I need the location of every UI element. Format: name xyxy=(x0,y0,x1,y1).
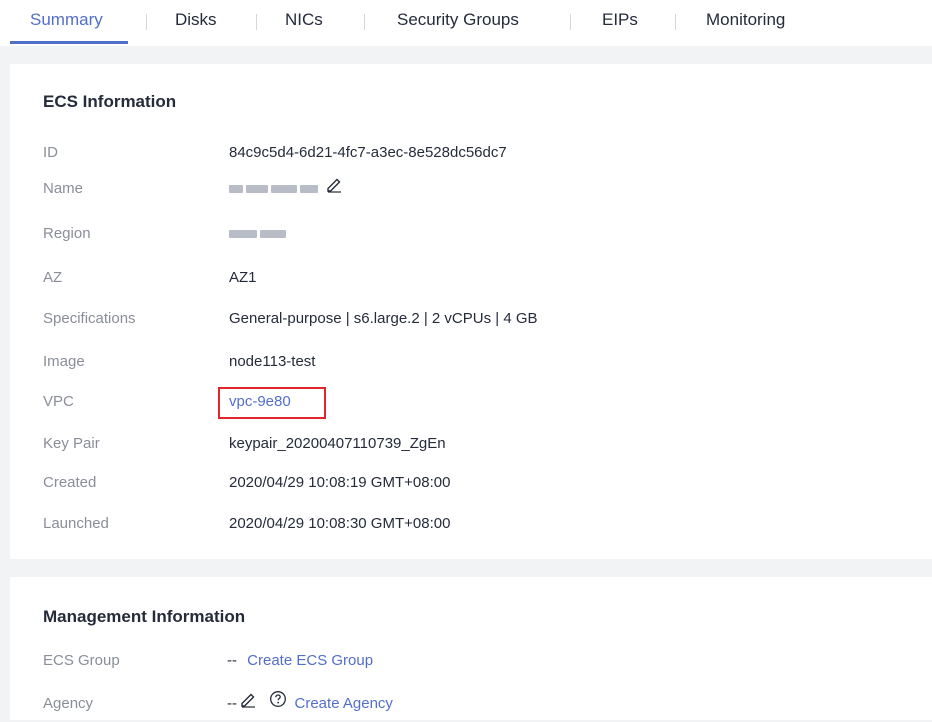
image-value: node113-test xyxy=(229,353,316,370)
tab-separator xyxy=(146,14,147,30)
create-agency-link[interactable]: Create Agency xyxy=(295,695,393,712)
key-pair-value: keypair_20200407110739_ZgEn xyxy=(229,435,446,452)
ecs-information-card: ECS Information ID 84c9c5d4-6d21-4fc7-a3… xyxy=(10,64,932,559)
tab-nics[interactable]: NICs xyxy=(285,0,323,42)
question-circle-icon[interactable] xyxy=(269,686,287,722)
row-region: Region xyxy=(10,216,932,252)
key-pair-label: Key Pair xyxy=(43,435,100,452)
name-redacted xyxy=(300,185,318,194)
launched-value: 2020/04/29 10:08:30 GMT+08:00 xyxy=(229,515,451,532)
tab-disks[interactable]: Disks xyxy=(175,0,217,42)
row-az: AZ AZ1 xyxy=(10,260,932,296)
create-ecs-group-link[interactable]: Create ECS Group xyxy=(247,652,373,669)
tab-monitoring[interactable]: Monitoring xyxy=(706,0,785,42)
name-value xyxy=(229,171,343,207)
ecs-group-empty: -- xyxy=(227,652,237,669)
created-label: Created xyxy=(43,474,97,491)
edit-pencil-icon[interactable] xyxy=(239,686,257,722)
region-label: Region xyxy=(43,225,91,242)
tab-bar: Summary Disks NICs Security Groups EIPs … xyxy=(0,0,932,46)
edit-pencil-icon[interactable] xyxy=(325,171,343,207)
management-information-card: Management Information ECS Group -- Crea… xyxy=(10,577,932,720)
row-created: Created 2020/04/29 10:08:19 GMT+08:00 xyxy=(10,465,932,501)
row-image: Image node113-test xyxy=(10,344,932,380)
row-ecs-group: ECS Group -- Create ECS Group xyxy=(10,643,932,679)
name-redacted xyxy=(271,185,297,194)
row-id: ID 84c9c5d4-6d21-4fc7-a3ec-8e528dc56dc7 xyxy=(10,135,932,171)
tab-separator xyxy=(570,14,571,30)
ecs-information-title: ECS Information xyxy=(43,92,177,111)
tab-separator xyxy=(256,14,257,30)
region-redacted xyxy=(260,230,286,239)
launched-label: Launched xyxy=(43,515,109,532)
specifications-value: General-purpose | s6.large.2 | 2 vCPUs |… xyxy=(229,310,538,327)
tab-separator xyxy=(675,14,676,30)
az-value: AZ1 xyxy=(229,269,257,286)
tab-summary[interactable]: Summary xyxy=(30,0,103,42)
row-launched: Launched 2020/04/29 10:08:30 GMT+08:00 xyxy=(10,506,932,542)
agency-value: -- Create Agency xyxy=(227,686,393,722)
agency-label: Agency xyxy=(43,695,94,712)
agency-empty: -- xyxy=(227,695,237,712)
name-redacted xyxy=(229,185,243,194)
tab-security-groups[interactable]: Security Groups xyxy=(397,0,519,42)
name-redacted xyxy=(246,185,268,194)
vpc-label: VPC xyxy=(43,393,74,410)
az-label: AZ xyxy=(43,269,63,286)
row-name: Name xyxy=(10,171,932,207)
vpc-link[interactable]: vpc-9e80 xyxy=(229,384,291,420)
name-label: Name xyxy=(43,180,84,197)
active-tab-indicator xyxy=(10,41,128,44)
id-label: ID xyxy=(43,144,58,161)
tab-eips[interactable]: EIPs xyxy=(602,0,638,42)
created-value: 2020/04/29 10:08:19 GMT+08:00 xyxy=(229,474,451,491)
tab-separator xyxy=(364,14,365,30)
row-agency: Agency -- Create Agency xyxy=(10,686,932,722)
region-value xyxy=(229,216,289,252)
row-vpc: VPC vpc-9e80 xyxy=(10,384,932,420)
image-label: Image xyxy=(43,353,85,370)
row-specifications: Specifications General-purpose | s6.larg… xyxy=(10,301,932,337)
id-value: 84c9c5d4-6d21-4fc7-a3ec-8e528dc56dc7 xyxy=(229,144,507,161)
ecs-group-value: -- Create ECS Group xyxy=(227,643,373,679)
specifications-label: Specifications xyxy=(43,310,136,327)
region-redacted xyxy=(229,230,257,239)
row-key-pair: Key Pair keypair_20200407110739_ZgEn xyxy=(10,426,932,462)
management-information-title: Management Information xyxy=(43,607,246,626)
ecs-group-label: ECS Group xyxy=(43,652,120,669)
